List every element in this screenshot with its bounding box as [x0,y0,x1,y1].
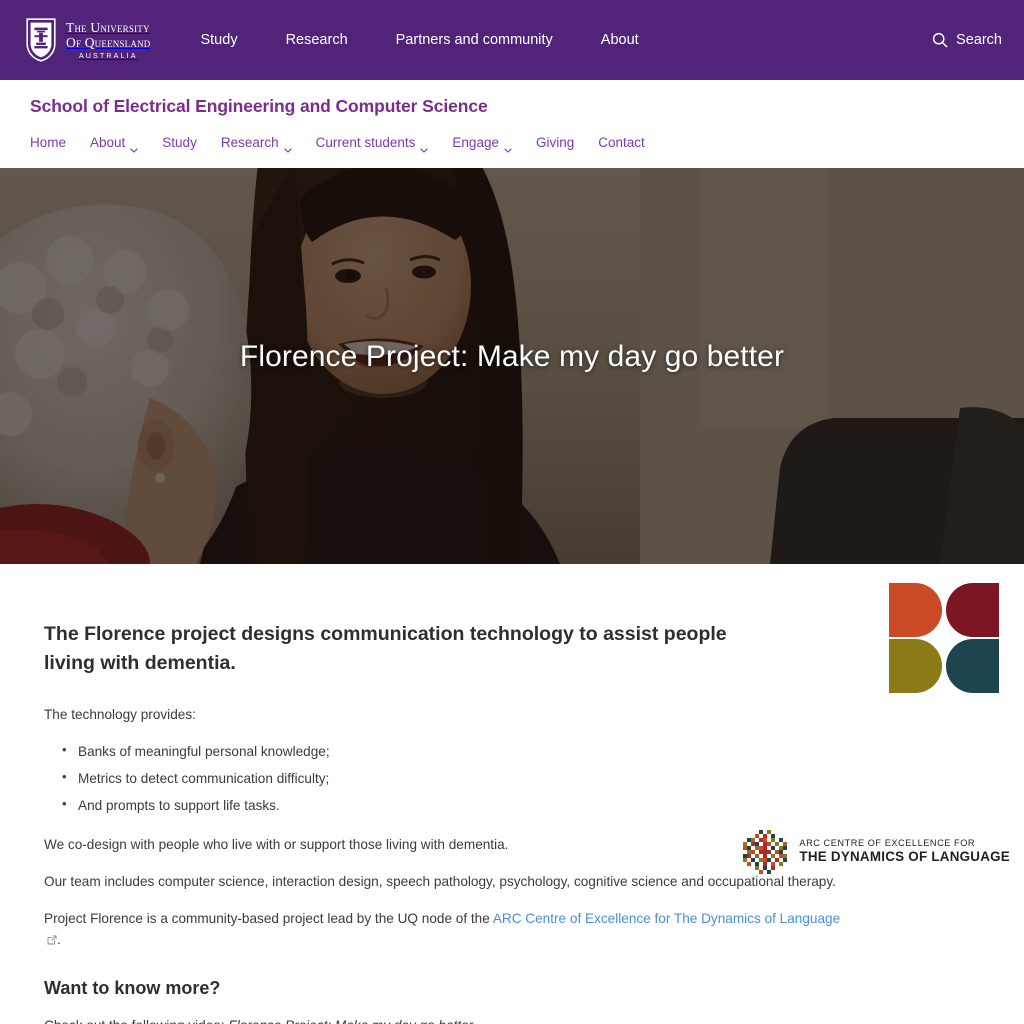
uq-wordmark: The University Of Queensland AUSTRALIA [66,20,150,60]
arc-centre-link[interactable]: ARC Centre of Excellence for The Dynamic… [493,911,840,926]
school-nav-item-engage[interactable]: Engage [452,131,528,154]
school-nav-item-giving[interactable]: Giving [536,131,590,154]
school-nav-item-contact[interactable]: Contact [598,131,661,154]
video-line-prefix: Check out the following video: [44,1018,228,1024]
school-nav-label: Engage [452,135,499,150]
external-link-icon [47,930,57,945]
hero-title: Florence Project: Make my day go better [239,340,785,373]
list-item: Metrics to detect communication difficul… [62,767,844,789]
arc-logo-line1: ARC CENTRE OF EXCELLENCE FOR [799,838,976,849]
article-body: The Florence project designs communicati… [44,620,844,1024]
video-line: Check out the following video: Florence … [44,1015,844,1024]
uq-wordmark-line1: The University [66,19,150,35]
global-nav: Study Research Partners and community Ab… [176,26,932,54]
global-nav-item-about[interactable]: About [577,26,663,54]
chevron-down-icon [283,141,292,153]
uq-wordmark-line2: Of Queensland [66,34,151,50]
list-item: Banks of meaningful personal knowledge; [62,740,844,762]
school-nav-label: Study [162,135,197,150]
school-nav-item-research[interactable]: Research [221,131,308,154]
arc-mosaic-cross-icon [741,828,789,876]
search-icon [932,32,948,48]
global-nav-item-partners-and-community[interactable]: Partners and community [372,26,577,54]
school-header: School of Electrical Engineering and Com… [0,80,1024,168]
school-nav-label: Home [30,135,67,150]
paragraph-team: Our team includes computer science, inte… [44,874,836,890]
school-title[interactable]: School of Electrical Engineering and Com… [30,96,994,117]
page-content: ARC CENTRE OF EXCELLENCE FOR THE DYNAMIC… [0,564,1024,1024]
uq-global-header: The University Of Queensland AUSTRALIA S… [0,0,1024,80]
search-label: Search [956,32,1002,48]
want-to-know-more-heading: Want to know more? [44,978,221,999]
arc-centre-of-excellence-logo: ARC CENTRE OF EXCELLENCE FOR THE DYNAMIC… [741,828,1010,876]
chevron-down-icon [504,141,512,153]
school-nav-label: Current students [315,135,416,150]
paragraph-partner-suffix: . [57,932,61,948]
search-button[interactable]: Search [932,32,1002,48]
school-nav-item-home[interactable]: Home [30,131,82,154]
global-nav-item-research[interactable]: Research [262,26,372,54]
school-nav-label: About [90,135,126,150]
school-nav-label: Research [220,135,279,150]
paragraph-codesign: We co-design with people who live with o… [44,836,509,852]
arc-logo-text: ARC CENTRE OF EXCELLENCE FOR THE DYNAMIC… [799,838,1010,866]
paragraph-partner: Project Florence is a community-based pr… [44,908,844,950]
school-nav-item-study[interactable]: Study [162,131,213,154]
school-nav: Home About Study Research Current studen… [30,131,994,154]
hero-banner: Florence Project: Make my day go better [0,168,1024,564]
school-nav-label: Contact [598,135,645,150]
list-item: And prompts to support life tasks. [62,794,844,816]
arc-logo-line2: THE DYNAMICS OF LANGUAGE [799,849,1010,865]
uq-shield-icon [26,18,56,62]
school-nav-label: Giving [535,135,575,150]
uq-logo-link[interactable]: The University Of Queensland AUSTRALIA [26,18,150,62]
technology-provides-list: Banks of meaningful personal knowledge; … [44,740,844,816]
technology-provides-intro: The technology provides: [44,706,196,722]
global-nav-item-study[interactable]: Study [176,26,261,54]
chevron-down-icon [130,141,139,153]
video-title: Florence Project: Make my day go better [228,1018,473,1024]
paragraph-partner-prefix: Project Florence is a community-based pr… [44,911,493,927]
article-lead-heading: The Florence project designs communicati… [44,623,727,674]
florence-petal-logo [888,582,1000,694]
uq-wordmark-line3: AUSTRALIA [78,51,138,61]
school-nav-item-about[interactable]: About [90,131,154,154]
chevron-down-icon [420,141,429,153]
school-nav-item-current-students[interactable]: Current students [316,131,445,154]
